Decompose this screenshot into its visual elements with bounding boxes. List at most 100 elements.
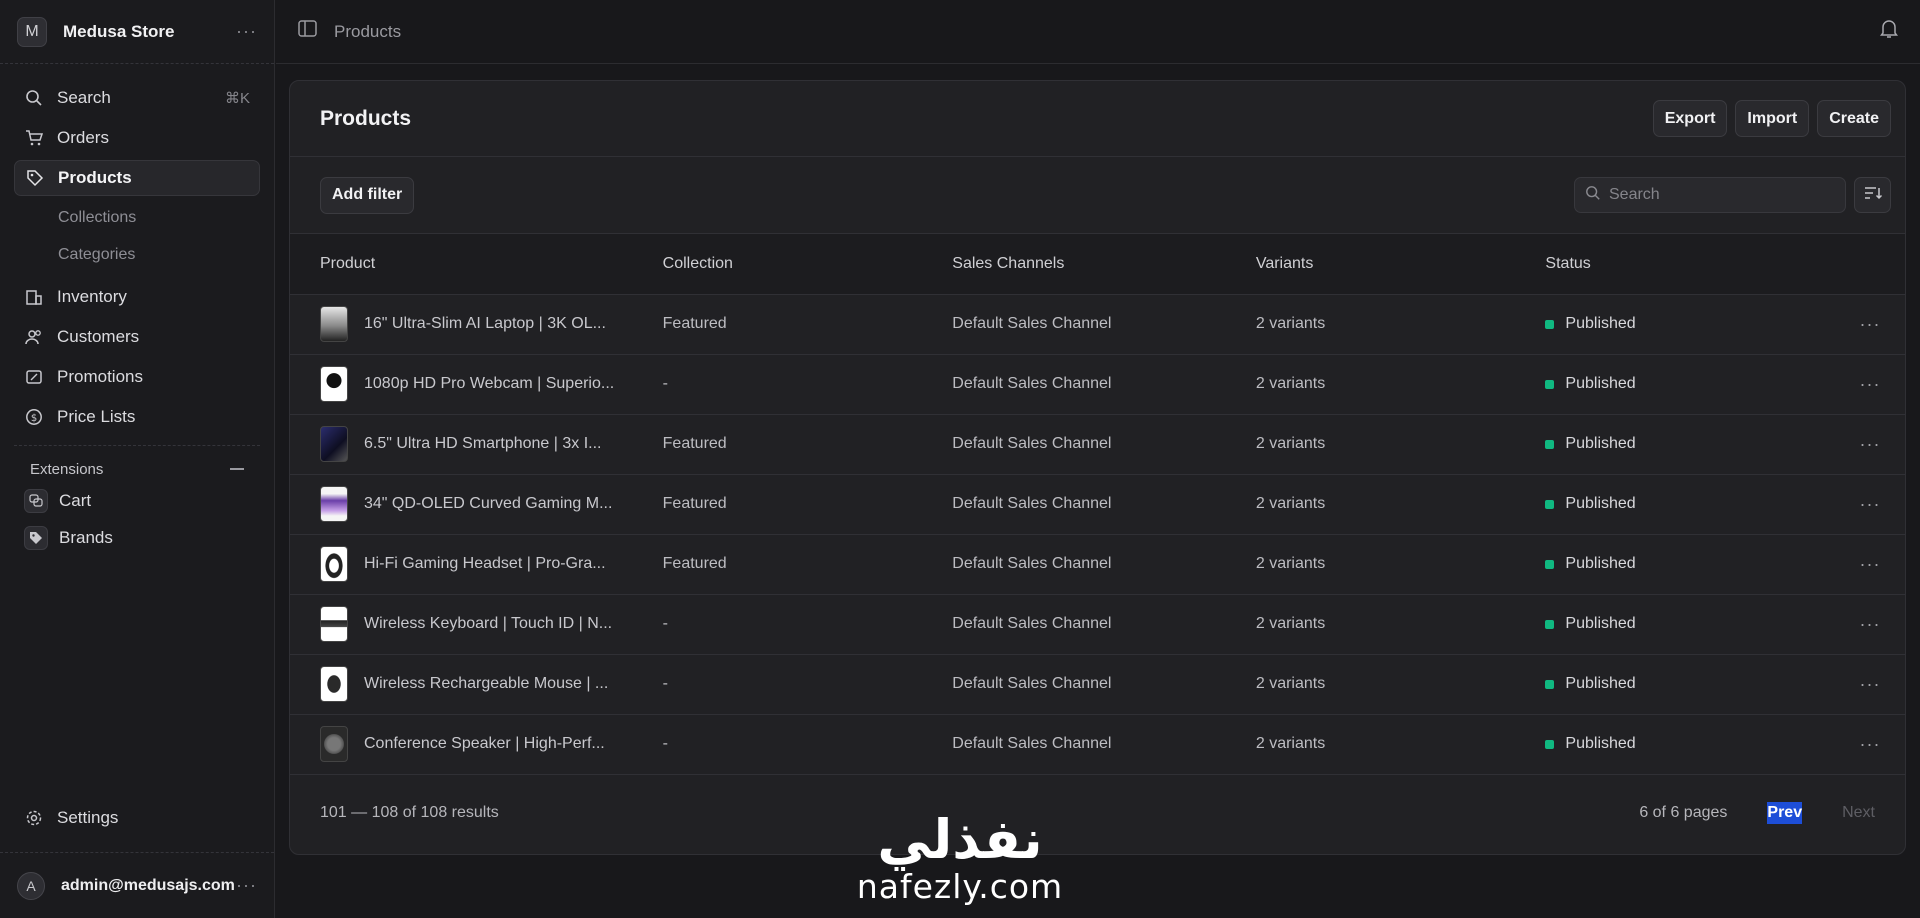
sidebar-item-label: Promotions [57, 367, 143, 386]
row-actions-icon[interactable]: ··· [1805, 654, 1905, 714]
results-count: 101 — 108 of 108 results [320, 804, 499, 821]
variants-cell: 2 variants [1255, 735, 1326, 752]
sidebar-item-label: Price Lists [57, 407, 136, 426]
product-thumbnail [320, 426, 348, 462]
next-button[interactable]: Next [1842, 804, 1875, 822]
product-thumbnail [320, 366, 348, 402]
table-row[interactable]: 16" Ultra-Slim AI Laptop | 3K OL... Feat… [290, 294, 1905, 354]
add-filter-button[interactable]: Add filter [320, 176, 415, 214]
collection-cell: - [662, 375, 668, 392]
row-actions-icon[interactable]: ··· [1805, 534, 1905, 594]
collection-cell: Featured [662, 495, 727, 512]
product-title: Wireless Rechargeable Mouse | ... [364, 675, 609, 692]
product-thumbnail [320, 606, 348, 642]
bell-icon[interactable] [1880, 19, 1898, 44]
store-avatar: M [17, 16, 47, 47]
column-header-collection[interactable]: Collection [632, 234, 923, 295]
search-field[interactable] [1574, 177, 1846, 213]
column-header-status[interactable]: Status [1515, 234, 1806, 295]
product-title: Conference Speaker | High-Perf... [364, 735, 605, 752]
sidebar-item-categories[interactable]: Categories [14, 237, 260, 273]
table-toolbar: Add filter [290, 157, 1905, 234]
extensions-heading-label: Extensions [30, 460, 104, 478]
cart-icon [24, 128, 44, 148]
variants-cell: 2 variants [1255, 495, 1326, 512]
collapse-icon[interactable] [230, 468, 244, 470]
sidebar-item-customers[interactable]: Customers [14, 319, 260, 355]
sidebar-item-cart[interactable]: Cart [0, 482, 274, 519]
sidebar-item-label: Orders [57, 128, 109, 147]
table-row[interactable]: Hi-Fi Gaming Headset | Pro-Gra... Featur… [290, 534, 1905, 594]
page-title: Products [320, 106, 412, 130]
gear-icon [24, 808, 44, 828]
sidebar-item-collections[interactable]: Collections [14, 200, 260, 236]
sales-channel-cell: Default Sales Channel [952, 615, 1112, 632]
table-row[interactable]: Conference Speaker | High-Perf... - Defa… [290, 714, 1905, 774]
product-thumbnail [320, 546, 348, 582]
sidebar-divider [14, 445, 260, 446]
tag-icon [24, 525, 48, 550]
column-header-product[interactable]: Product [290, 234, 633, 295]
import-button[interactable]: Import [1735, 100, 1810, 137]
column-header-sales-channels[interactable]: Sales Channels [922, 234, 1226, 295]
product-title: 34" QD-OLED Curved Gaming M... [364, 495, 613, 512]
sort-button[interactable] [1854, 177, 1891, 213]
store-name: Medusa Store [63, 21, 175, 41]
status-badge: Published [1565, 555, 1636, 572]
sidebar-item-price-lists[interactable]: $ Price Lists [14, 399, 260, 435]
row-actions-icon[interactable]: ··· [1805, 414, 1905, 474]
watermark-logo: نفذلي nafezly.com [850, 810, 1070, 910]
export-button[interactable]: Export [1652, 100, 1728, 137]
breadcrumb[interactable]: Products [334, 22, 401, 42]
row-actions-icon[interactable]: ··· [1805, 594, 1905, 654]
create-button[interactable]: Create [1817, 100, 1891, 137]
store-menu-icon[interactable]: ··· [236, 21, 257, 42]
row-actions-icon[interactable]: ··· [1805, 714, 1905, 774]
row-actions-icon[interactable]: ··· [1805, 474, 1905, 534]
table-row[interactable]: Wireless Keyboard | Touch ID | N... - De… [290, 594, 1905, 654]
sidebar: M Medusa Store ··· Search ⌘K Orders Prod… [0, 0, 275, 918]
sidebar-item-promotions[interactable]: Promotions [14, 359, 260, 395]
row-actions-icon[interactable]: ··· [1805, 354, 1905, 414]
product-title: 6.5" Ultra HD Smartphone | 3x I... [364, 435, 602, 452]
table-row[interactable]: Wireless Rechargeable Mouse | ... - Defa… [290, 654, 1905, 714]
sidebar-item-inventory[interactable]: Inventory [14, 279, 260, 315]
store-switcher[interactable]: M Medusa Store ··· [0, 0, 274, 64]
main-nav: Search ⌘K Orders Products Collections Ca… [0, 64, 274, 435]
status-badge: Published [1565, 735, 1636, 752]
collection-cell: - [662, 675, 668, 692]
watermark-arabic: نفذلي [877, 808, 1043, 871]
sidebar-item-orders[interactable]: Orders [14, 120, 260, 156]
user-email: admin@medusajs.com [61, 876, 235, 894]
sidebar-item-label: Settings [57, 808, 119, 827]
table-row[interactable]: 34" QD-OLED Curved Gaming M... Featured … [290, 474, 1905, 534]
extensions-heading[interactable]: Extensions [0, 456, 274, 482]
sidebar-item-settings[interactable]: Settings [14, 800, 260, 836]
table-row[interactable]: 6.5" Ultra HD Smartphone | 3x I... Featu… [290, 414, 1905, 474]
status-dot [1545, 499, 1555, 509]
table-row[interactable]: 1080p HD Pro Webcam | Superio... - Defau… [290, 354, 1905, 414]
status-badge: Published [1565, 615, 1636, 632]
sidebar-item-label: Cart [59, 490, 92, 510]
column-header-variants[interactable]: Variants [1225, 234, 1516, 295]
sidebar-item-products[interactable]: Products [14, 160, 260, 196]
sales-channel-cell: Default Sales Channel [952, 495, 1112, 512]
user-menu[interactable]: A admin@medusajs.com ··· [0, 852, 274, 918]
search-shortcut: ⌘K [224, 90, 250, 107]
status-badge: Published [1565, 375, 1636, 392]
user-menu-icon[interactable]: ··· [236, 875, 257, 896]
prev-button[interactable]: Prev [1767, 802, 1803, 824]
panel-header: Products Export Import Create [290, 81, 1905, 157]
page-indicator: 6 of 6 pages [1639, 804, 1728, 821]
sidebar-item-label: Customers [57, 327, 140, 346]
sidebar-toggle-icon[interactable] [298, 20, 318, 43]
status-dot [1545, 559, 1555, 569]
row-actions-icon[interactable]: ··· [1805, 294, 1905, 354]
search-icon [1585, 185, 1601, 206]
status-dot [1545, 739, 1555, 749]
search-input[interactable] [1609, 186, 1829, 204]
product-thumbnail [320, 306, 348, 342]
sidebar-item-brands[interactable]: Brands [0, 519, 274, 556]
sidebar-search[interactable]: Search ⌘K [14, 80, 260, 116]
search-icon [24, 88, 44, 108]
